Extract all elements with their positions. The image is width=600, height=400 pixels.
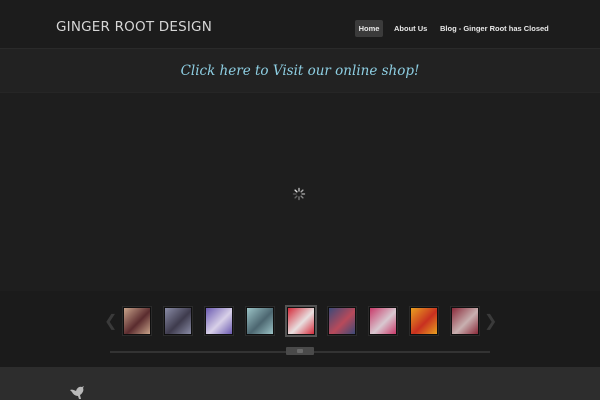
online-shop-link[interactable]: Click here to Visit our online shop! bbox=[0, 63, 600, 79]
thumbnail-image[interactable] bbox=[328, 307, 356, 335]
nav-blog[interactable]: Blog - Ginger Root has Closed bbox=[440, 20, 549, 37]
thumbnail-image[interactable] bbox=[451, 307, 479, 335]
thumbnail-image[interactable] bbox=[287, 307, 315, 335]
nav-home[interactable]: Home bbox=[355, 20, 383, 37]
thumbnail-image[interactable] bbox=[164, 307, 192, 335]
thumbnail-image[interactable] bbox=[205, 307, 233, 335]
thumbnail-image[interactable] bbox=[410, 307, 438, 335]
thumbnail-image[interactable] bbox=[246, 307, 274, 335]
nav-about-us[interactable]: About Us bbox=[394, 20, 427, 37]
chevron-right-icon[interactable]: ❯ bbox=[484, 314, 497, 330]
bird-icon bbox=[70, 386, 84, 399]
thumbnail-image[interactable] bbox=[123, 307, 151, 335]
main-nav: Home About Us Blog - Ginger Root has Clo… bbox=[0, 20, 600, 38]
grip-icon bbox=[297, 349, 303, 353]
thumbnail-strip: ❮ ❯ bbox=[0, 291, 600, 367]
scroll-handle[interactable] bbox=[286, 347, 314, 355]
shop-banner: Click here to Visit our online shop! bbox=[0, 49, 600, 93]
slideshow-stage bbox=[0, 93, 600, 291]
spinner-icon bbox=[292, 187, 306, 201]
thumbnail-image[interactable] bbox=[369, 307, 397, 335]
chevron-left-icon[interactable]: ❮ bbox=[104, 314, 117, 330]
site-header: GINGER ROOT DESIGN Home About Us Blog - … bbox=[0, 0, 600, 49]
site-footer bbox=[0, 367, 600, 400]
